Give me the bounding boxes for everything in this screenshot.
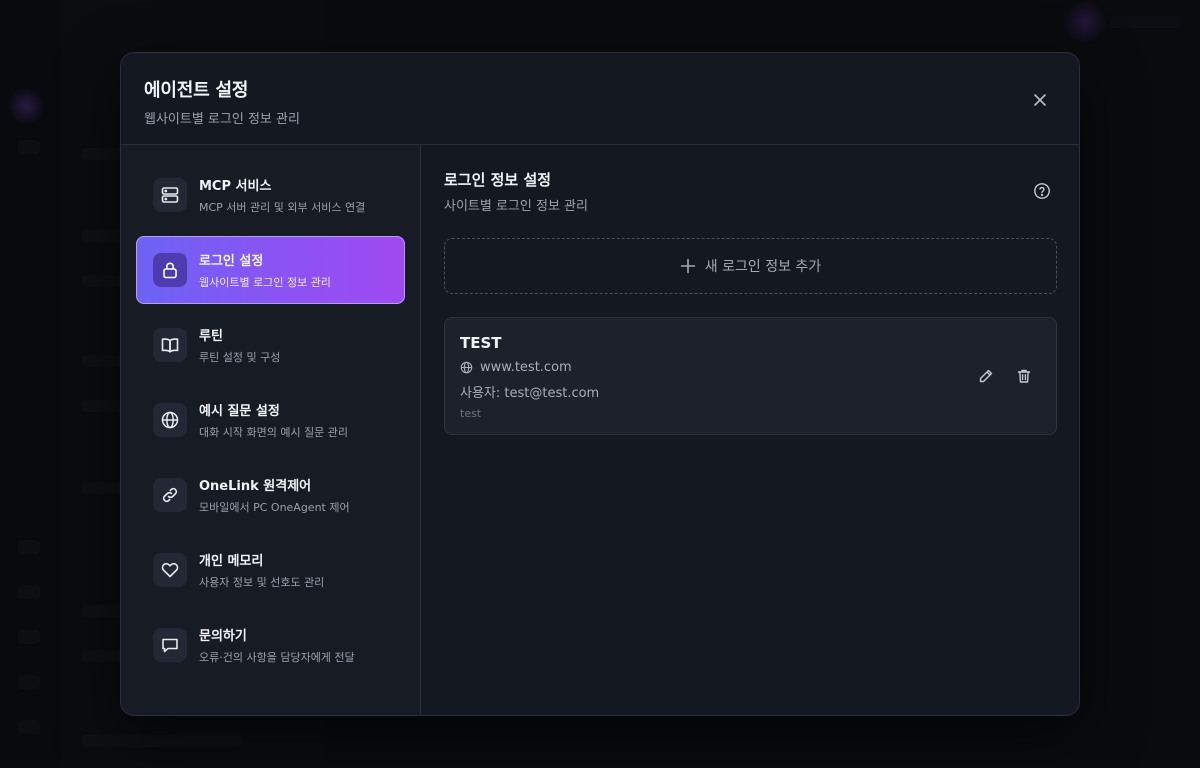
credential-card: TEST www.test.com 사용자: test@test.com tes… [444,317,1057,435]
globe-icon [161,411,179,429]
nav-item-mcp-service[interactable]: MCP 서비스 MCP 서버 관리 및 외부 서비스 연결 [136,161,405,229]
help-button[interactable] [1031,180,1053,202]
nav-item-label: OneLink 원격제어 [199,479,312,494]
panel-subtitle: 사이트별 로그인 정보 관리 [444,199,588,214]
globe-icon [460,361,473,374]
credential-url: www.test.com [480,360,572,375]
server-icon [161,187,179,203]
heart-icon [161,562,179,578]
edit-credential-button[interactable] [976,366,996,386]
nav-icon-box [153,328,187,362]
nav-item-personal-memory[interactable]: 개인 메모리 사용자 정보 및 선호도 관리 [136,536,405,604]
nav-item-onelink-remote[interactable]: OneLink 원격제어 모바일에서 PC OneAgent 제어 [136,461,405,529]
modal-subtitle: 웹사이트별 로그인 정보 관리 [144,112,300,127]
nav-item-label: 예시 질문 설정 [199,404,280,419]
nav-item-desc: 오류·건의 사항을 담당자에게 전달 [199,651,355,664]
nav-item-label: 루틴 [199,329,223,344]
nav-item-login-settings[interactable]: 로그인 설정 웹사이트별 로그인 정보 관리 [136,236,405,304]
nav-item-label: 개인 메모리 [199,554,264,569]
link-icon [162,487,178,503]
nav-item-contact[interactable]: 문의하기 오류·건의 사항을 담당자에게 전달 [136,611,405,679]
nav-icon-box [153,253,187,287]
add-login-button[interactable]: 새 로그인 정보 추가 [444,238,1057,294]
nav-item-desc: 루틴 설정 및 구성 [199,351,281,364]
book-icon [161,338,179,353]
nav-item-example-questions[interactable]: 예시 질문 설정 대화 시작 화면의 예시 질문 관리 [136,386,405,454]
credential-name: TEST [460,334,502,352]
nav-item-desc: MCP 서버 관리 및 외부 서비스 연결 [199,201,366,214]
add-login-label: 새 로그인 정보 추가 [704,259,822,275]
nav-icon-box [153,478,187,512]
modal-header: 에이전트 설정 웹사이트별 로그인 정보 관리 [121,53,1079,145]
login-settings-panel: 로그인 정보 설정 사이트별 로그인 정보 관리 새 로그인 정보 추가 TES… [421,145,1079,715]
panel-title: 로그인 정보 설정 [444,171,552,189]
message-icon [162,638,178,653]
nav-item-desc: 사용자 정보 및 선호도 관리 [199,576,325,589]
nav-icon-box [153,553,187,587]
pencil-icon [979,369,993,383]
nav-item-label: 문의하기 [199,629,247,644]
agent-settings-modal: 에이전트 설정 웹사이트별 로그인 정보 관리 MCP 서비스 MCP 서버 관… [120,52,1080,716]
nav-item-desc: 모바일에서 PC OneAgent 제어 [199,501,350,514]
settings-nav: MCP 서비스 MCP 서버 관리 및 외부 서비스 연결 로그인 설정 웹사이… [121,145,421,715]
nav-item-label: MCP 서비스 [199,179,272,194]
trash-icon [1017,369,1031,383]
plus-icon [680,258,696,274]
nav-icon-box [153,403,187,437]
modal-body: MCP 서비스 MCP 서버 관리 및 외부 서비스 연결 로그인 설정 웹사이… [121,145,1079,715]
nav-item-routine[interactable]: 루틴 루틴 설정 및 구성 [136,311,405,379]
nav-icon-box [153,628,187,662]
nav-item-desc: 대화 시작 화면의 예시 질문 관리 [199,426,349,439]
nav-item-label: 로그인 설정 [199,254,264,269]
nav-icon-box [153,178,187,212]
close-button[interactable] [1027,87,1053,113]
delete-credential-button[interactable] [1014,366,1034,386]
modal-title: 에이전트 설정 [144,80,249,101]
nav-item-desc: 웹사이트별 로그인 정보 관리 [199,276,331,289]
help-circle-icon [1034,183,1050,199]
close-icon [1034,94,1046,106]
credential-user: 사용자: test@test.com [460,386,600,401]
lock-icon [163,262,177,279]
credential-note: test [460,407,482,420]
